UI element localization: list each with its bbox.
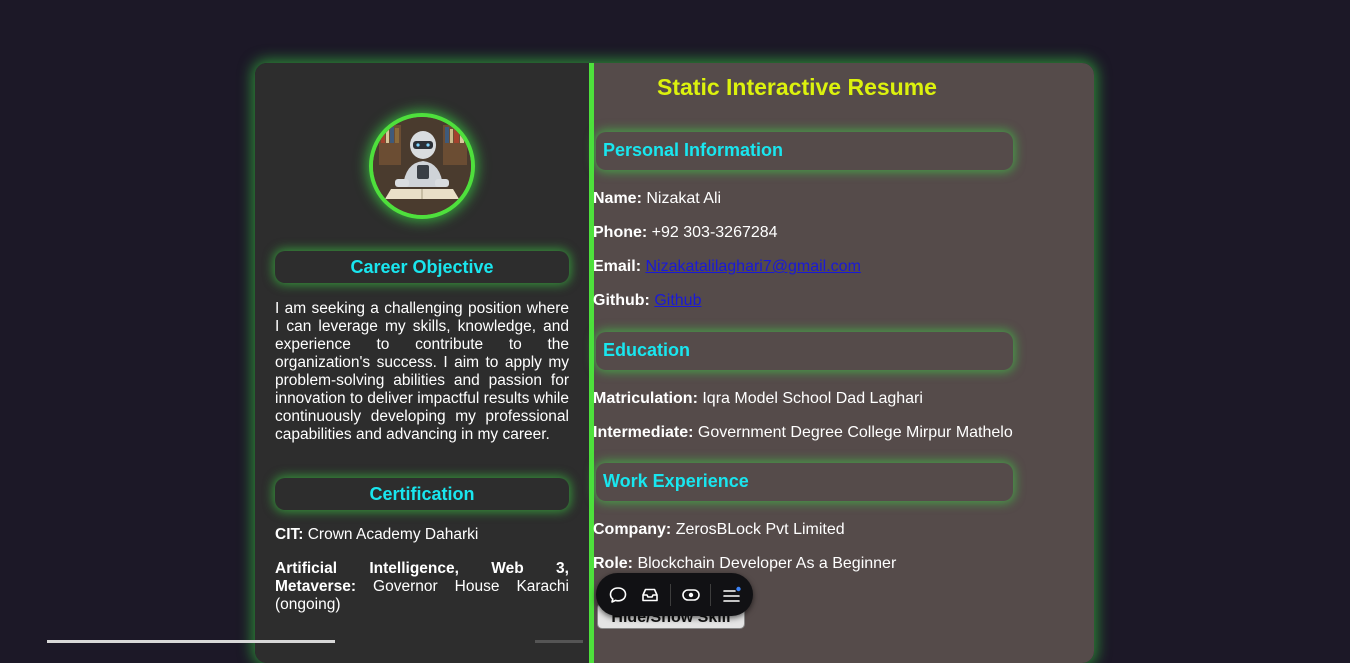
- role-row: Role: Blockchain Developer As a Beginner: [593, 555, 896, 573]
- github-label: Github:: [593, 292, 650, 309]
- career-objective-heading: Career Objective: [275, 251, 569, 283]
- certification-ai: Artificial Intelligence, Web 3, Metavers…: [275, 560, 569, 614]
- matriculation-value: Iqra Model School Dad Laghari: [702, 390, 923, 407]
- name-value: Nizakat Ali: [646, 190, 722, 207]
- toolbar-separator: [710, 584, 711, 606]
- intermediate-label: Intermediate:: [593, 424, 694, 441]
- certification-heading: Certification: [275, 478, 569, 510]
- intermediate-row: Intermediate: Government Degree College …: [593, 424, 1013, 442]
- profile-avatar: [369, 113, 475, 219]
- cert-cit-label: CIT:: [275, 526, 304, 543]
- certification-cit: CIT: Crown Academy Daharki: [275, 526, 569, 544]
- intermediate-value: Government Degree College Mirpur Mathelo: [697, 424, 1013, 441]
- company-label: Company:: [593, 521, 672, 538]
- name-label: Name:: [593, 190, 642, 207]
- personal-info-heading: Personal Information: [596, 132, 1013, 170]
- phone-label: Phone:: [593, 224, 648, 241]
- matriculation-row: Matriculation: Iqra Model School Dad Lag…: [593, 390, 923, 408]
- email-row: Email: Nizakatalilaghari7@gmail.com: [593, 258, 861, 276]
- cert-cit-value: Crown Academy Daharki: [307, 526, 479, 543]
- eye-icon[interactable]: [681, 585, 701, 605]
- work-experience-heading: Work Experience: [596, 463, 1013, 501]
- inbox-icon[interactable]: [640, 585, 660, 605]
- email-label: Email:: [593, 258, 642, 275]
- role-label: Role:: [593, 555, 633, 572]
- email-link[interactable]: Nizakatalilaghari7@gmail.com: [645, 258, 860, 275]
- floating-toolbar: [596, 573, 753, 616]
- github-row: Github: Github: [593, 292, 701, 310]
- matriculation-label: Matriculation:: [593, 390, 698, 407]
- phone-row: Phone: +92 303-3267284: [593, 224, 778, 242]
- github-link[interactable]: Github: [654, 292, 701, 309]
- sidebar: Career Objective I am seeking a challeng…: [255, 63, 589, 663]
- education-heading: Education: [596, 332, 1013, 370]
- menu-icon[interactable]: [722, 585, 742, 605]
- chat-icon[interactable]: [608, 585, 628, 605]
- page-title: Static Interactive Resume: [657, 74, 937, 100]
- robot-avatar-image: [373, 117, 471, 215]
- toolbar-separator: [670, 584, 671, 606]
- company-row: Company: ZerosBLock Pvt Limited: [593, 521, 845, 539]
- career-objective-text: I am seeking a challenging position wher…: [275, 300, 569, 443]
- company-value: ZerosBLock Pvt Limited: [675, 521, 845, 538]
- name-row: Name: Nizakat Ali: [593, 190, 721, 208]
- role-value: Blockchain Developer As a Beginner: [637, 555, 897, 572]
- phone-value: +92 303-3267284: [651, 224, 778, 241]
